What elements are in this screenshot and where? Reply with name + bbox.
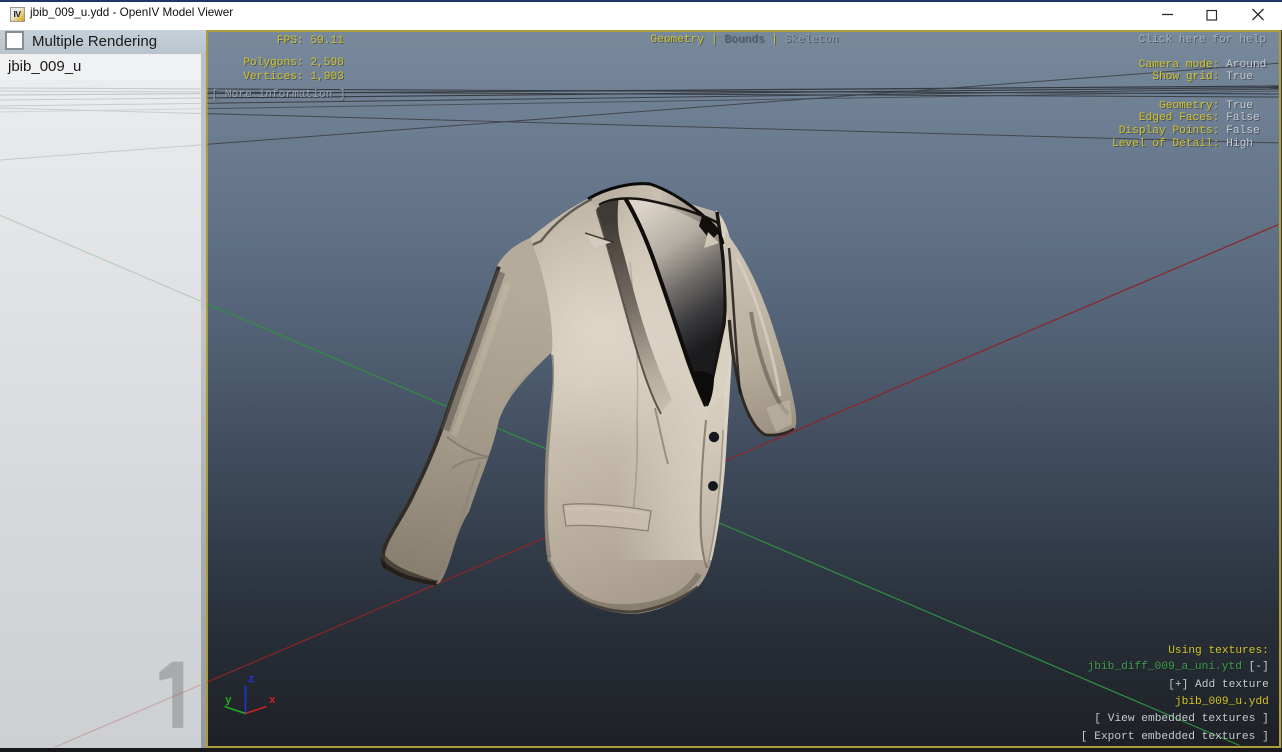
- svg-text:z: z: [248, 674, 255, 686]
- svg-text:y: y: [225, 695, 232, 707]
- svg-text:x: x: [269, 695, 276, 707]
